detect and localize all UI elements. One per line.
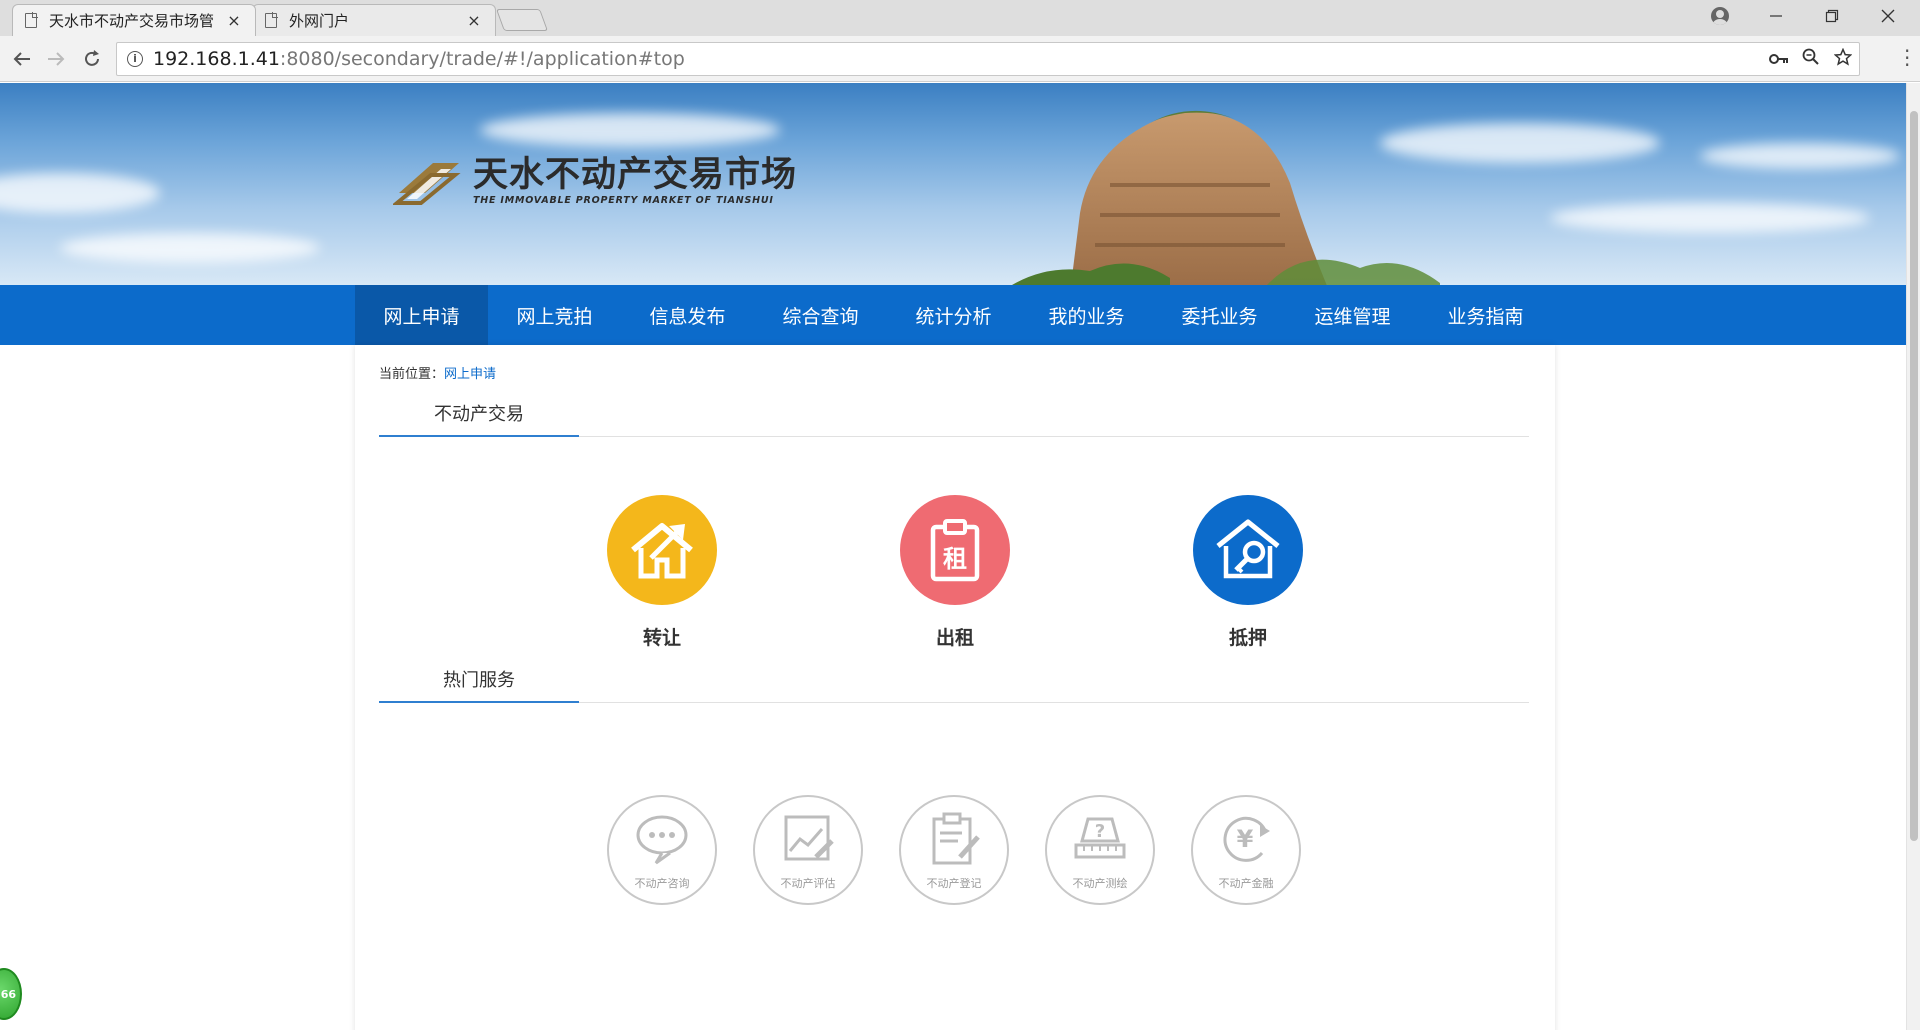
new-tab-button[interactable] [495, 9, 549, 31]
url-path: :8080/secondary/trade/#!/application#top [279, 48, 685, 70]
mortgage-circle[interactable] [1193, 495, 1303, 605]
rent-circle[interactable]: 租 [900, 495, 1010, 605]
star-icon[interactable] [1827, 47, 1859, 71]
breadcrumb: 当前位置：网上申请 [379, 363, 496, 382]
minimize-button[interactable] [1750, 0, 1802, 32]
transfer-circle[interactable] [607, 495, 717, 605]
mortgage-item[interactable]: 抵押 [1188, 495, 1308, 650]
document-icon [265, 12, 278, 28]
cloud-decoration [480, 113, 780, 147]
url-text[interactable]: 192.168.1.41:8080/secondary/trade/#!/app… [153, 48, 1763, 70]
logo-mark-icon [393, 163, 461, 205]
page-scrollbar[interactable] [1906, 83, 1920, 1030]
service-register-label: 不动产登记 [926, 877, 982, 890]
site-logo[interactable]: 天水不动产交易市场 THE IMMOVABLE PROPERTY MARKET … [393, 153, 797, 209]
info-icon[interactable]: i [127, 51, 143, 67]
logo-title: 天水不动产交易市场 [473, 155, 798, 195]
browser-tab[interactable]: 外网门户 × [252, 4, 496, 36]
service-evaluate[interactable]: 不动产评估 [753, 795, 863, 905]
service-evaluate-label: 不动产评估 [780, 877, 836, 890]
browser-tab-active[interactable]: 天水市不动产交易市场管 × [12, 4, 256, 36]
nav-item-delegated[interactable]: 委托业务 [1153, 285, 1286, 345]
reload-icon [85, 50, 99, 66]
cloud-decoration [60, 233, 320, 263]
yuan-glyph: ¥ [1237, 825, 1254, 853]
rent-item[interactable]: 租 出租 [895, 495, 1015, 650]
url-host: 192.168.1.41 [153, 48, 280, 70]
breadcrumb-current[interactable]: 网上申请 [444, 367, 496, 382]
yuan-cycle-icon: ¥ [1223, 816, 1270, 862]
trade-section-title[interactable]: 不动产交易 [379, 397, 579, 437]
tab-title: 天水市不动产交易市场管 [49, 12, 215, 30]
mortgage-label: 抵押 [1228, 627, 1267, 649]
profile-icon [1711, 7, 1729, 25]
breadcrumb-prefix: 当前位置： [379, 367, 445, 382]
nav-item-query[interactable]: 综合查询 [754, 285, 887, 345]
nav-item-info-release[interactable]: 信息发布 [621, 285, 754, 345]
service-finance-label: 不动产金融 [1218, 877, 1274, 890]
forward-icon [48, 52, 65, 66]
back-button[interactable] [8, 45, 36, 73]
cloud-decoration [0, 173, 160, 213]
tab-close-icon[interactable]: × [465, 11, 483, 30]
logo-subtitle: THE IMMOVABLE PROPERTY MARKET OF TIANSHU… [473, 195, 774, 206]
survey-question-glyph: ? [1095, 821, 1105, 842]
page-viewport: 天水不动产交易市场 THE IMMOVABLE PROPERTY MARKET … [0, 83, 1906, 1030]
tab-title: 外网门户 [289, 12, 350, 30]
forward-button[interactable] [42, 45, 70, 73]
service-finance[interactable]: ¥ 不动产金融 [1191, 795, 1301, 905]
service-consult[interactable]: 不动产咨询 [607, 795, 717, 905]
service-survey-label: 不动产测绘 [1072, 877, 1128, 890]
trade-section-header: 不动产交易 [379, 397, 1529, 437]
house-arrow-icon [631, 523, 693, 579]
chat-bubble-icon [636, 815, 688, 865]
nav-item-ops[interactable]: 运维管理 [1286, 285, 1419, 345]
address-bar[interactable]: i 192.168.1.41:8080/secondary/trade/#!/a… [116, 42, 1860, 76]
cloud-decoration [1550, 203, 1870, 233]
service-survey[interactable]: ? 不动产测绘 [1045, 795, 1155, 905]
profile-button[interactable] [1694, 0, 1746, 32]
restore-icon [1825, 9, 1839, 23]
menu-icon[interactable]: · · · [1904, 41, 1910, 75]
close-window-button[interactable] [1862, 0, 1914, 32]
transfer-label: 转让 [642, 627, 681, 649]
nav-item-my-business[interactable]: 我的业务 [1020, 285, 1153, 345]
rent-glyph: 租 [943, 545, 967, 573]
restore-button[interactable] [1806, 0, 1858, 32]
minimize-icon [1770, 15, 1782, 17]
main-nav: 网上申请 网上竞拍 信息发布 综合查询 统计分析 我的业务 委托业务 运维管理 … [0, 285, 1906, 345]
back-icon [13, 52, 30, 66]
close-icon [1881, 9, 1895, 23]
nav-item-online-auction[interactable]: 网上竞拍 [488, 285, 621, 345]
transfer-item[interactable]: 转让 [602, 495, 722, 650]
browser-tabstrip: 天水市不动产交易市场管 × 外网门户 × [0, 0, 1920, 36]
rent-clipboard-icon: 租 [930, 519, 980, 582]
key-icon[interactable] [1763, 49, 1795, 70]
main-content: 当前位置：网上申请 不动产交易 转让 租 出租 抵押 热门服务 不动产咨询 不动… [355, 345, 1555, 1030]
nav-item-guide[interactable]: 业务指南 [1419, 285, 1552, 345]
clipboard-pen-icon [932, 812, 980, 865]
zoom-icon[interactable] [1795, 48, 1827, 71]
chart-edit-icon [784, 815, 834, 861]
floating-badge[interactable]: 66 [0, 968, 22, 1020]
document-icon [25, 12, 38, 28]
survey-ruler-icon: ? [1074, 817, 1126, 859]
service-consult-label: 不动产咨询 [634, 877, 690, 890]
header-banner: 天水不动产交易市场 THE IMMOVABLE PROPERTY MARKET … [0, 83, 1906, 285]
tab-close-icon[interactable]: × [225, 11, 243, 30]
service-register[interactable]: 不动产登记 [899, 795, 1009, 905]
hot-section-title[interactable]: 热门服务 [379, 663, 579, 703]
browser-toolbar: i 192.168.1.41:8080/secondary/trade/#!/a… [0, 36, 1920, 82]
maiji-mountain-image [1012, 110, 1440, 285]
cloud-decoration [1700, 143, 1900, 169]
house-key-icon [1216, 519, 1280, 579]
nav-item-statistics[interactable]: 统计分析 [887, 285, 1020, 345]
reload-button[interactable] [78, 45, 106, 73]
rent-label: 出租 [935, 627, 974, 649]
hot-section-header: 热门服务 [379, 663, 1529, 703]
scrollbar-thumb[interactable] [1910, 111, 1918, 841]
nav-item-online-application[interactable]: 网上申请 [355, 285, 488, 345]
